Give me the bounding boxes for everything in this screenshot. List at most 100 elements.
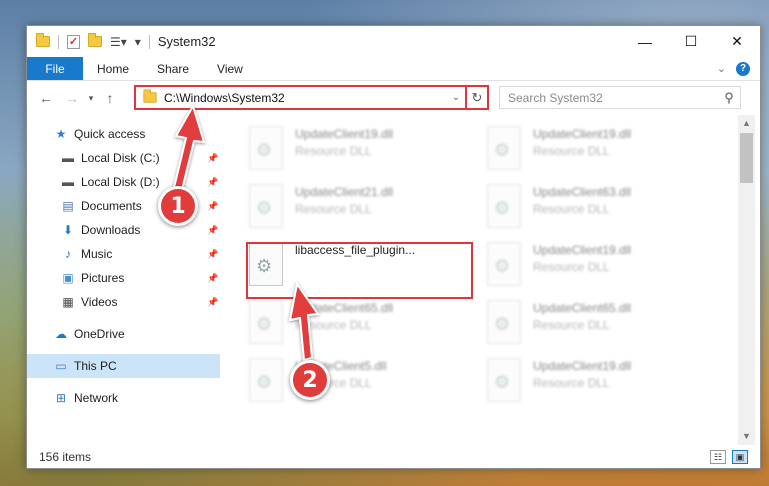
pin-icon[interactable]: 📌 bbox=[206, 249, 220, 260]
customize-toolbar-icon[interactable]: ☰▾ bbox=[110, 35, 127, 49]
sidebar-item-label: OneDrive bbox=[74, 327, 125, 341]
file-item[interactable]: UpdateClient19.dll Resource DLL bbox=[249, 124, 479, 182]
file-item[interactable]: UpdateClient19.dll Resource DLL bbox=[487, 240, 717, 298]
file-text: UpdateClient19.dll Resource DLL bbox=[533, 124, 631, 182]
pin-icon[interactable]: 📌 bbox=[206, 201, 220, 212]
sidebar-item-label: This PC bbox=[74, 359, 117, 373]
maximize-button[interactable]: ☐ bbox=[668, 26, 714, 57]
sidebar-item-pictures[interactable]: ▣ Pictures 📌 bbox=[27, 266, 220, 290]
pin-icon[interactable]: 📌 bbox=[206, 273, 220, 284]
vertical-scrollbar[interactable]: ▲ ▼ bbox=[738, 115, 755, 445]
chevron-down-icon[interactable]: ⌄ bbox=[447, 92, 465, 103]
sidebar-item-label: Downloads bbox=[81, 223, 141, 237]
file-type: Resource DLL bbox=[533, 202, 610, 216]
refresh-icon[interactable]: ↻ bbox=[465, 87, 487, 108]
toolbar-divider bbox=[148, 34, 150, 49]
back-arrow-icon[interactable]: ← bbox=[35, 90, 57, 106]
dll-file-icon bbox=[249, 300, 283, 344]
tab-share[interactable]: Share bbox=[143, 57, 203, 80]
new-folder-icon[interactable] bbox=[88, 33, 102, 47]
sidebar-item-quick-access[interactable]: ★ Quick access bbox=[27, 122, 220, 146]
star-icon: ★ bbox=[55, 127, 67, 141]
file-item[interactable]: UpdateClient65.dll Resource DLL bbox=[487, 298, 717, 356]
dll-file-icon bbox=[487, 126, 521, 170]
sidebar-item-downloads[interactable]: ⬇ Downloads 📌 bbox=[27, 218, 220, 242]
file-type: Resource DLL bbox=[533, 144, 610, 158]
scroll-down-icon[interactable]: ▼ bbox=[738, 428, 755, 445]
help-icon[interactable]: ? bbox=[736, 61, 750, 76]
file-explorer-window: ✓ ☰▾ ▾ System32 — ☐ ✕ File Home Share Vi… bbox=[26, 25, 761, 469]
large-icons-view-icon[interactable]: ▣ bbox=[732, 450, 748, 464]
address-folder-icon bbox=[143, 89, 157, 103]
details-view-icon[interactable]: ☷ bbox=[710, 450, 726, 464]
search-icon[interactable]: ⚲ bbox=[718, 90, 740, 106]
file-item[interactable]: UpdateClient65.dll Resource DLL bbox=[249, 298, 479, 356]
file-text: UpdateClient19.dll Resource DLL bbox=[533, 240, 631, 298]
recent-locations-icon[interactable]: ▾ bbox=[83, 93, 99, 104]
file-name: UpdateClient65.dll bbox=[295, 301, 394, 315]
file-item[interactable]: UpdateClient19.dll Resource DLL bbox=[487, 356, 717, 414]
file-type: Resource DLL bbox=[533, 260, 610, 274]
item-count: 156 items bbox=[39, 450, 92, 464]
file-text: UpdateClient19.dll Resource DLL bbox=[295, 124, 393, 182]
file-name: UpdateClient63.dll bbox=[533, 185, 632, 199]
address-path[interactable]: C:\Windows\System32 bbox=[164, 91, 285, 105]
file-text: UpdateClient63.dll Resource DLL bbox=[533, 182, 631, 240]
file-name: UpdateClient19.dll bbox=[533, 243, 632, 257]
toolbar-dropdown-icon[interactable]: ▾ bbox=[135, 35, 141, 49]
sidebar-item-label: Local Disk (D:) bbox=[81, 175, 160, 189]
highlight-rectangle bbox=[246, 242, 473, 299]
dll-file-icon bbox=[249, 358, 283, 402]
file-item[interactable]: UpdateClient19.dll Resource DLL bbox=[487, 124, 717, 182]
file-item[interactable]: UpdateClient5.dllResource DLL bbox=[249, 356, 479, 414]
sidebar-item-local-disk-c[interactable]: ▬ Local Disk (C:) 📌 bbox=[27, 146, 220, 170]
folder-icon[interactable] bbox=[36, 33, 50, 47]
sidebar-item-music[interactable]: ♪ Music 📌 bbox=[27, 242, 220, 266]
pictures-icon: ▣ bbox=[62, 271, 74, 285]
navigation-bar: ← → ▾ ↑ C:\Windows\System32 ⌄ ↻ ⚲ bbox=[27, 83, 760, 113]
sidebar-item-videos[interactable]: ▦ Videos 📌 bbox=[27, 290, 220, 314]
sidebar-item-onedrive[interactable]: ☁ OneDrive bbox=[27, 322, 220, 346]
minimize-button[interactable]: — bbox=[622, 26, 668, 57]
pin-icon[interactable]: 📌 bbox=[206, 225, 220, 236]
file-type: Resource DLL bbox=[295, 144, 372, 158]
close-button[interactable]: ✕ bbox=[714, 26, 760, 57]
search-input[interactable] bbox=[508, 90, 708, 105]
network-icon: ⊞ bbox=[55, 391, 67, 405]
sidebar-item-this-pc[interactable]: ▭ This PC bbox=[27, 354, 220, 378]
file-text: UpdateClient65.dll Resource DLL bbox=[295, 298, 393, 356]
file-item[interactable]: UpdateClient63.dll Resource DLL bbox=[487, 182, 717, 240]
quick-access-toolbar: ✓ ☰▾ ▾ bbox=[27, 33, 150, 49]
step-2-badge: 2 bbox=[290, 360, 330, 400]
ribbon-right-controls: ⌄ ? bbox=[717, 57, 760, 80]
pin-icon[interactable]: 📌 bbox=[206, 177, 220, 188]
file-type: Resource DLL bbox=[533, 376, 610, 390]
sidebar-item-label: Quick access bbox=[74, 127, 146, 141]
file-type: Resource DLL bbox=[295, 318, 372, 332]
sidebar-item-network[interactable]: ⊞ Network bbox=[27, 386, 220, 410]
tab-file[interactable]: File bbox=[27, 57, 83, 80]
properties-check-icon[interactable]: ✓ bbox=[67, 34, 80, 49]
scroll-thumb[interactable] bbox=[740, 133, 753, 183]
pin-icon[interactable]: 📌 bbox=[206, 153, 220, 164]
tab-view[interactable]: View bbox=[203, 57, 257, 80]
up-arrow-icon[interactable]: ↑ bbox=[99, 90, 121, 106]
tab-home[interactable]: Home bbox=[83, 57, 143, 80]
search-box[interactable]: ⚲ bbox=[499, 86, 741, 109]
dll-file-icon bbox=[487, 242, 521, 286]
pin-icon[interactable]: 📌 bbox=[206, 297, 220, 308]
sidebar-item-label: Videos bbox=[81, 295, 118, 309]
drive-icon: ▬ bbox=[62, 175, 74, 189]
file-text: UpdateClient65.dll Resource DLL bbox=[533, 298, 631, 356]
address-bar[interactable]: C:\Windows\System32 ⌄ ↻ bbox=[134, 85, 489, 110]
file-item[interactable]: UpdateClient21.dll Resource DLL bbox=[249, 182, 479, 240]
file-text: UpdateClient19.dll Resource DLL bbox=[533, 356, 631, 414]
file-name: UpdateClient19.dll bbox=[295, 127, 394, 141]
forward-arrow-icon[interactable]: → bbox=[61, 90, 83, 106]
file-type: Resource DLL bbox=[533, 318, 610, 332]
dll-file-icon bbox=[249, 126, 283, 170]
scroll-up-icon[interactable]: ▲ bbox=[738, 115, 755, 132]
expand-ribbon-icon[interactable]: ⌄ bbox=[717, 62, 726, 75]
dll-file-icon bbox=[487, 358, 521, 402]
cloud-icon: ☁ bbox=[55, 327, 67, 341]
